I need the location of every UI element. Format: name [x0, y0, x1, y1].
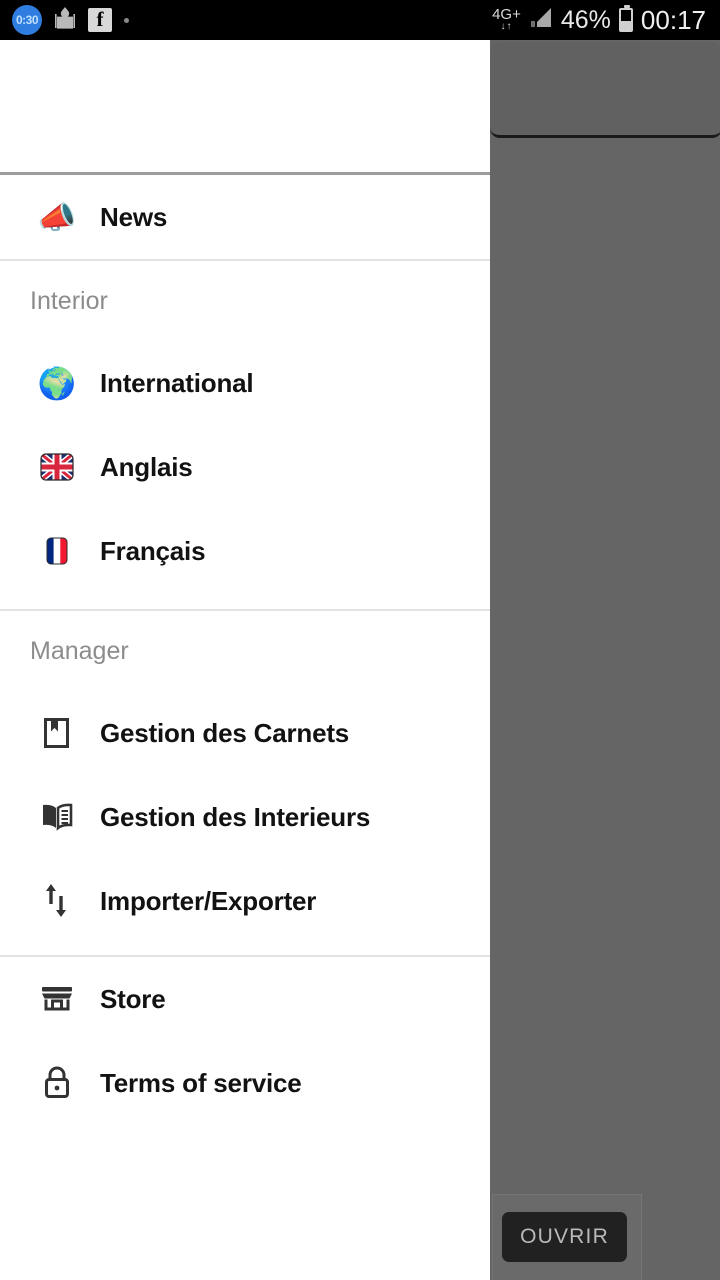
nav-item-label-gestion-des-interieurs: Gestion des Interieurs — [100, 801, 371, 832]
section-header-manager: Manager — [30, 636, 129, 665]
nav-item-international[interactable]: 🌍 International — [0, 341, 490, 425]
nav-item-importer-exporter[interactable]: Importer/Exporter — [0, 859, 490, 943]
nav-item-news[interactable]: 📣 News — [0, 175, 490, 259]
mosque-icon — [54, 6, 76, 34]
drawer-header — [0, 40, 490, 172]
globe-icon: 🌍 — [37, 365, 77, 401]
nav-item-gestion-des-interieurs[interactable]: Gestion des Interieurs — [0, 775, 490, 859]
nav-item-terms-of-service[interactable]: Terms of service — [0, 1041, 490, 1125]
background-card — [490, 42, 720, 138]
bookmark-book-icon — [34, 716, 80, 750]
spacer-before-store — [0, 943, 490, 955]
status-bar-clock: 00:17 — [640, 4, 706, 35]
section-header-interior: Interior — [30, 286, 108, 315]
nav-item-label-terms-of-service: Terms of service — [100, 1067, 302, 1098]
signal-bars-icon — [529, 6, 553, 35]
nav-item-label-international: International — [100, 367, 254, 398]
nav-item-label-importer-exporter: Importer/Exporter — [100, 885, 317, 916]
storefront-icon — [34, 983, 80, 1015]
france-flag-icon — [34, 534, 80, 568]
nav-item-store[interactable]: Store — [0, 957, 490, 1041]
facebook-icon: f — [88, 8, 112, 32]
nav-item-francais[interactable]: Français — [0, 509, 490, 593]
status-bar-system: 4G+ ↓↑ 46% 00:17 — [492, 5, 706, 36]
phone-screen: 0:30 f 4G+ ↓↑ 46% 00:17 OUVRIR 📣 News In… — [0, 0, 720, 1280]
nav-item-anglais[interactable]: Anglais — [0, 425, 490, 509]
megaphone-icon: 📣 — [37, 199, 77, 235]
navigation-drawer: 📣 News Interior 🌍 International Anglais … — [0, 40, 490, 1280]
open-book-icon — [34, 801, 80, 833]
spacer-before-manager — [0, 593, 490, 609]
battery-percent-label: 46% — [560, 5, 611, 34]
nav-item-label-anglais: Anglais — [100, 451, 193, 482]
more-dot-icon — [124, 17, 129, 23]
network-type-indicator: 4G+ ↓↑ — [492, 7, 521, 33]
status-bar: 0:30 f 4G+ ↓↑ 46% 00:17 — [0, 0, 720, 40]
battery-icon — [618, 5, 633, 32]
nav-item-gestion-des-carnets[interactable]: Gestion des Carnets — [0, 691, 490, 775]
status-bar-notifications: 0:30 f — [12, 5, 492, 35]
import-export-arrows-icon — [34, 882, 80, 920]
uk-flag-icon — [34, 450, 80, 484]
nav-item-label-gestion-des-carnets: Gestion des Carnets — [100, 717, 350, 748]
nav-item-label-store: Store — [100, 983, 166, 1014]
nav-item-label-francais: Français — [100, 535, 206, 566]
lock-icon — [34, 1065, 80, 1101]
timer-badge-icon: 0:30 — [12, 5, 42, 35]
open-button[interactable]: OUVRIR — [502, 1212, 627, 1262]
nav-item-label-news: News — [100, 201, 168, 232]
network-arrows-icon: ↓↑ — [500, 20, 513, 32]
